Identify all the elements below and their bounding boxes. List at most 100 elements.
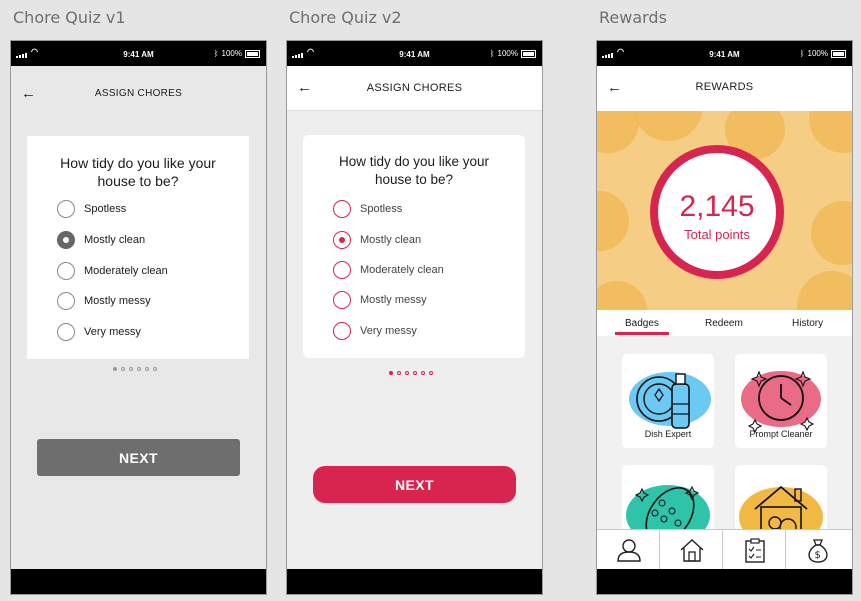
radio-selected-icon[interactable] [333, 231, 351, 249]
option-label: Mostly messy [360, 294, 427, 306]
page-dot [413, 371, 417, 375]
points-ring: 2,145 Total points [650, 145, 784, 279]
option-label: Spotless [360, 203, 403, 215]
radio-icon[interactable] [333, 322, 351, 340]
decor-circle [597, 111, 639, 153]
option-label: Mostly messy [84, 295, 151, 307]
phone-chore-quiz-v2: ◠ 9:41 AM ᛒ 100% ← ASSIGN CHORES How tidy… [286, 40, 543, 595]
option-label: Very messy [84, 326, 141, 338]
radio-icon[interactable] [333, 261, 351, 279]
radio-selected-icon[interactable] [57, 231, 75, 249]
battery-icon [831, 49, 846, 58]
radio-icon[interactable] [57, 323, 75, 341]
tab-badges[interactable]: Badges [625, 318, 659, 329]
page-indicator [389, 371, 433, 375]
radio-icon[interactable] [57, 200, 75, 218]
decor-circle [797, 271, 852, 310]
bluetooth-icon: ᛒ [213, 49, 219, 58]
page-dot-active [113, 367, 117, 371]
battery-percent: 100% [497, 49, 518, 58]
header-title: ASSIGN CHORES [366, 82, 463, 94]
option-label: Moderately clean [360, 264, 444, 276]
question-text: How tidy do you like your house to be? [60, 155, 216, 189]
header: ← REWARDS [597, 66, 852, 111]
header: ← ASSIGN CHORES [11, 66, 266, 124]
badge-label: Dish Expert [644, 429, 692, 439]
home-icon [680, 539, 704, 562]
home-bar [11, 569, 266, 594]
status-bar: ◠ 9:41 AM ᛒ 100% [287, 41, 542, 66]
option-spotless[interactable]: Spotless [333, 199, 402, 219]
option-very-messy[interactable]: Very messy [57, 322, 141, 342]
next-button[interactable]: NEXT [37, 439, 240, 476]
page-dot-active [389, 371, 393, 375]
radio-icon[interactable] [333, 200, 351, 218]
page-dot [137, 367, 141, 371]
decor-circle [811, 201, 852, 265]
tab-redeem[interactable]: Redeem [705, 318, 743, 329]
page-indicator [113, 367, 157, 371]
badge-prompt-cleaner[interactable]: Prompt Cleaner [735, 354, 827, 448]
radio-icon[interactable] [57, 262, 75, 280]
money-bag-icon: $ [808, 539, 828, 563]
battery-icon [245, 49, 260, 58]
page-dot [145, 367, 149, 371]
nav-home[interactable] [660, 530, 723, 570]
artboard-label-rewards: Rewards [599, 8, 667, 27]
option-very-messy[interactable]: Very messy [333, 321, 417, 341]
rewards-tabs: Badges Redeem History [597, 310, 852, 336]
clipboard-icon [745, 538, 765, 563]
next-button[interactable]: NEXT [313, 466, 516, 503]
phone-rewards: ◠ 9:41 AM ᛒ 100% ← REWARDS 2,145 Total po… [596, 40, 853, 595]
option-mostly-clean[interactable]: Mostly clean [57, 230, 145, 250]
battery-percent: 100% [807, 49, 828, 58]
nav-rewards[interactable]: $ [786, 530, 849, 570]
artboard-label-v2: Chore Quiz v2 [289, 8, 402, 27]
total-points-label: Total points [684, 227, 750, 242]
status-bar: ◠ 9:41 AM ᛒ 100% [11, 41, 266, 66]
option-label: Mostly clean [360, 234, 422, 246]
decor-circle [597, 281, 647, 310]
badge-dish-expert[interactable]: Dish Expert [622, 354, 714, 448]
option-label: Moderately clean [84, 265, 168, 277]
radio-icon[interactable] [57, 292, 75, 310]
active-tab-indicator [615, 332, 669, 335]
question-card: How tidy do you like your house to be? S… [303, 135, 525, 358]
option-mostly-clean[interactable]: Mostly clean [333, 230, 421, 250]
nav-profile[interactable] [597, 530, 660, 570]
page-dot [405, 371, 409, 375]
bluetooth-icon: ᛒ [489, 49, 495, 58]
decor-circle [597, 191, 629, 251]
page-dot [121, 367, 125, 371]
battery-percent: 100% [221, 49, 242, 58]
home-bar [597, 569, 852, 594]
option-label: Very messy [360, 325, 417, 337]
option-moderately-clean[interactable]: Moderately clean [57, 261, 168, 281]
page-dot [129, 367, 133, 371]
page-dot [397, 371, 401, 375]
nav-chores[interactable] [723, 530, 786, 570]
option-mostly-messy[interactable]: Mostly messy [333, 290, 427, 310]
header-title: ASSIGN CHORES [94, 88, 183, 99]
header: ← ASSIGN CHORES [287, 66, 542, 111]
option-moderately-clean[interactable]: Moderately clean [333, 260, 444, 280]
profile-icon [617, 539, 641, 562]
points-hero: 2,145 Total points [597, 111, 852, 310]
home-bar [287, 569, 542, 594]
option-label: Mostly clean [84, 234, 146, 246]
option-mostly-messy[interactable]: Mostly messy [57, 291, 151, 311]
question-text: How tidy do you like your house to be? [338, 154, 490, 187]
tab-history[interactable]: History [792, 318, 823, 329]
badge-label: Prompt Cleaner [749, 429, 813, 439]
status-bar: ◠ 9:41 AM ᛒ 100% [597, 41, 852, 66]
artboard-label-v1: Chore Quiz v1 [13, 8, 126, 27]
page-dot [153, 367, 157, 371]
option-spotless[interactable]: Spotless [57, 199, 126, 219]
header-title: REWARDS [695, 81, 754, 93]
total-points-value: 2,145 [679, 190, 755, 223]
bottom-navigation: $ [597, 529, 852, 570]
battery-icon [521, 49, 536, 58]
bluetooth-icon: ᛒ [799, 49, 805, 58]
radio-icon[interactable] [333, 291, 351, 309]
decor-circle [633, 111, 703, 141]
